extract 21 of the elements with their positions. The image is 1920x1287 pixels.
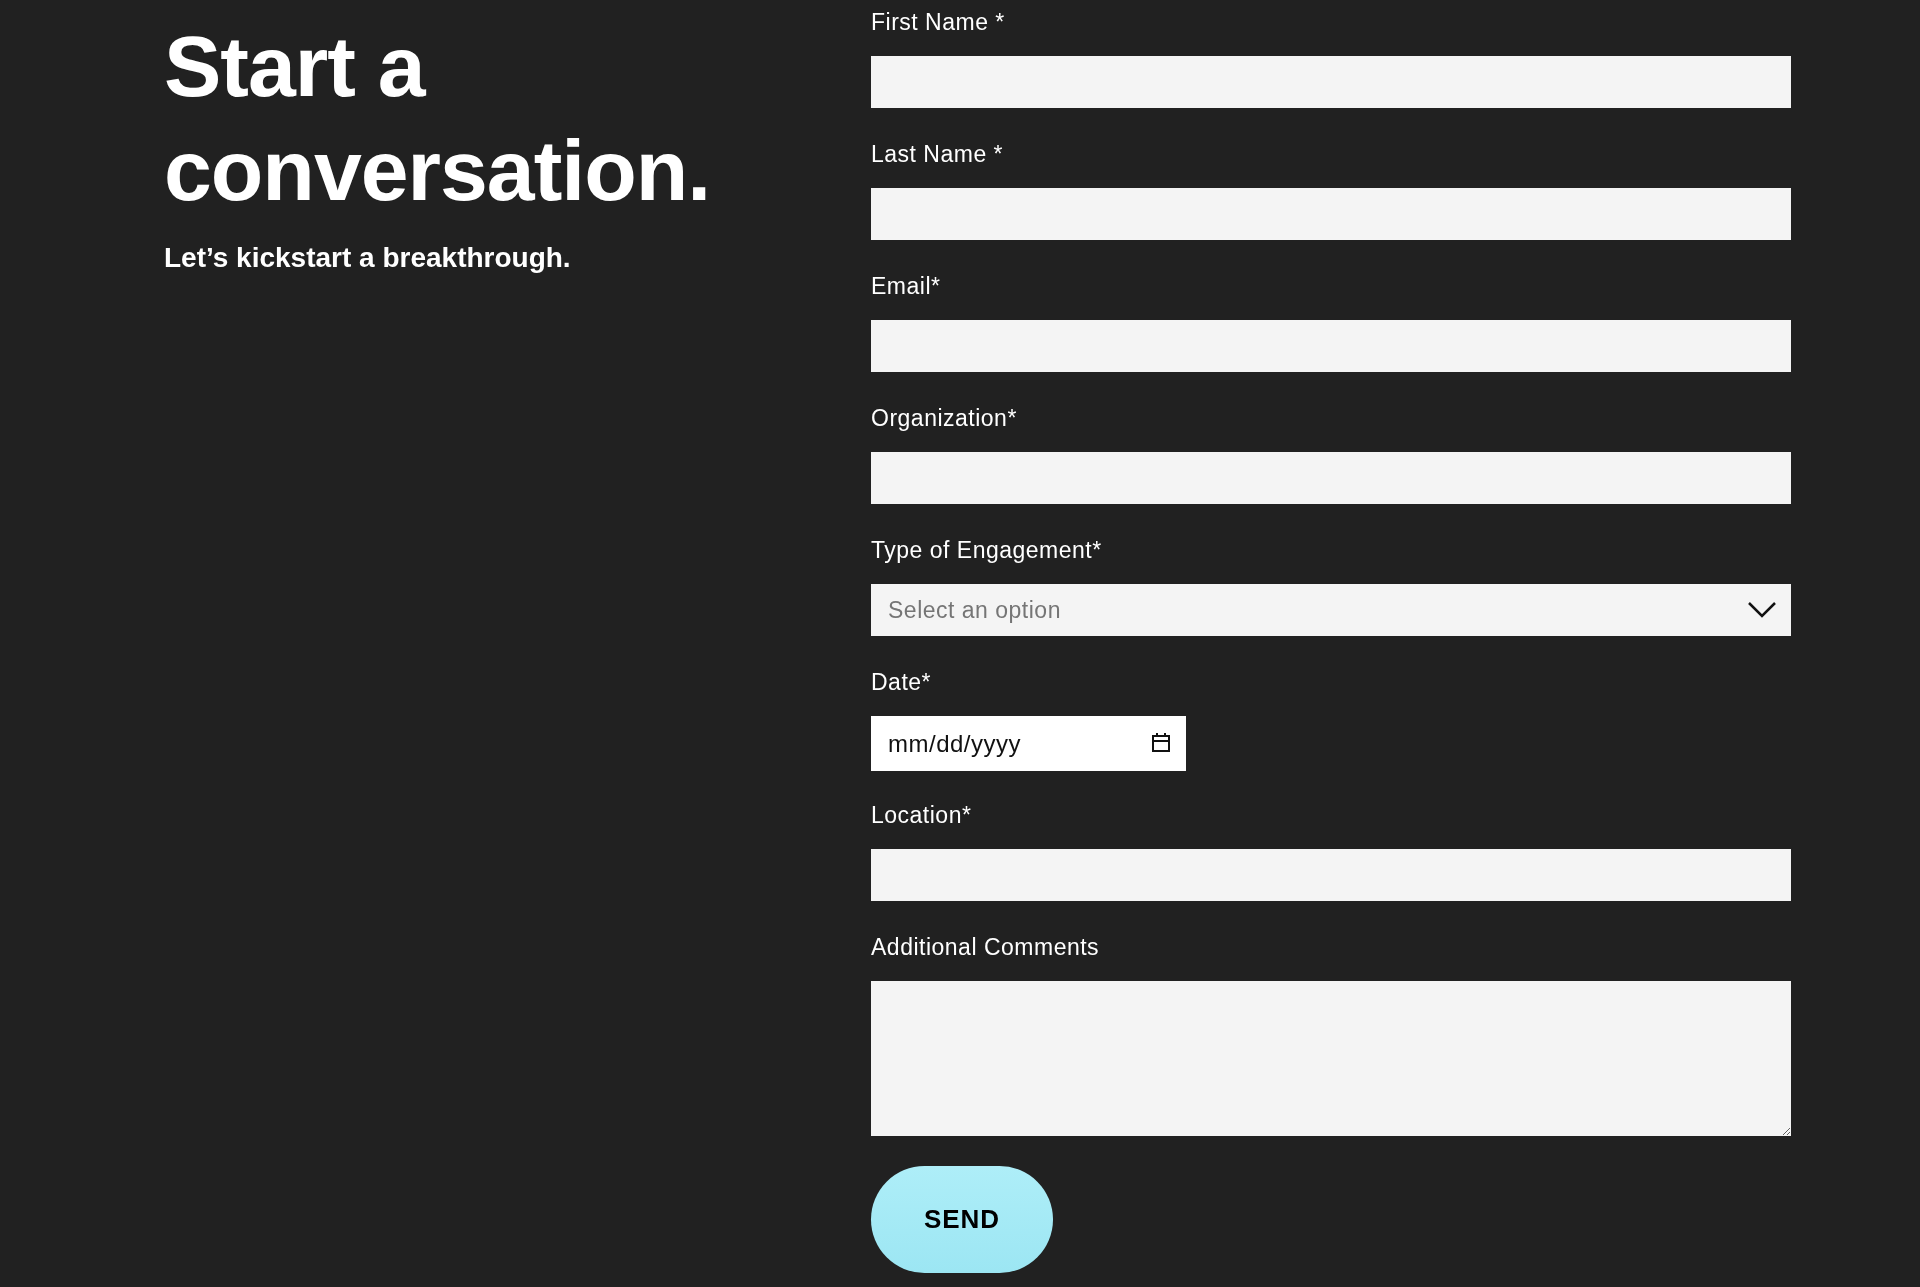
field-label: Additional Comments bbox=[871, 933, 1101, 961]
heading: Start a conversation. bbox=[164, 17, 712, 220]
field-label: First Name * bbox=[871, 8, 1006, 36]
send-button[interactable]: SEND bbox=[871, 1166, 1053, 1273]
field-label: Last Name * bbox=[871, 140, 1005, 168]
date-field[interactable]: mm/dd/yyyy bbox=[871, 716, 1186, 771]
input-field[interactable] bbox=[871, 320, 1791, 372]
calendar-icon[interactable] bbox=[1150, 732, 1172, 754]
input-field[interactable] bbox=[871, 452, 1791, 504]
field-label: Location* bbox=[871, 801, 973, 829]
input-field[interactable] bbox=[871, 849, 1791, 901]
field-label: Organization* bbox=[871, 404, 1018, 432]
chevron-down-icon bbox=[1747, 601, 1777, 619]
subtitle: Let’s kickstart a breakthrough. bbox=[164, 241, 572, 275]
input-field[interactable] bbox=[871, 56, 1791, 108]
field-label: Email* bbox=[871, 272, 942, 300]
field-label: Date* bbox=[871, 668, 933, 696]
field-label: Type of Engagement* bbox=[871, 536, 1103, 564]
comments-field[interactable] bbox=[871, 981, 1791, 1136]
select-field[interactable]: Select an option bbox=[871, 584, 1791, 636]
input-field[interactable] bbox=[871, 188, 1791, 240]
